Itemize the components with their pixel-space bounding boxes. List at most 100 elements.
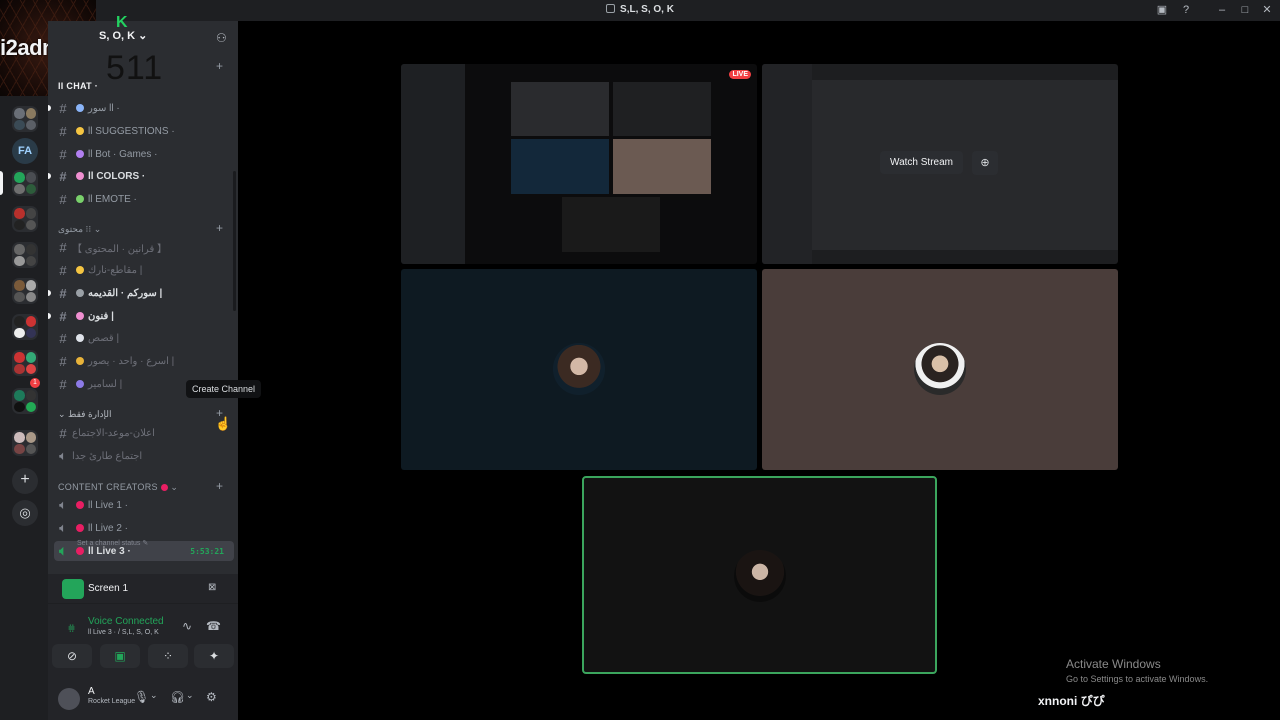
share-screen-button[interactable]: ▣ [100,644,140,668]
category-content-creators[interactable]: CONTENT CREATORS ⌄ [58,482,178,493]
server-fa[interactable]: FA [12,138,38,164]
category-chat[interactable]: ll CHAT · [58,81,98,91]
signal-icon[interactable]: ⩷ [68,620,75,635]
server-folder-3[interactable] [12,242,38,268]
disconnect-icon[interactable]: ☎ [206,619,221,633]
category-admin[interactable]: ⌄ الإدارة فقط [58,409,112,420]
watch-together-icon[interactable]: ⊕ [972,151,998,175]
discord-window: S,L, S, O, K ▣ ? – □ ✕ FA 1 + ◎ i2adnar … [0,0,1280,720]
stream-preview-tile [613,82,711,136]
voice-status: Voice Connected [88,616,164,627]
help-icon[interactable]: ? [1179,3,1193,17]
user-activity: Rocket League [88,698,136,705]
channel-item[interactable]: # سور ll · [54,98,234,118]
activities-button[interactable]: ⁘ [148,644,188,668]
unread-indicator [48,290,51,296]
server-folder-1[interactable] [12,106,38,132]
palette-icon [76,172,84,180]
hash-icon: # [59,262,67,278]
hash-icon: # [59,308,67,324]
participant-avatar [553,343,605,395]
voice-location[interactable]: ll Live 3 · / S,L, S, O, K [88,629,159,636]
channel-item[interactable]: # اعلان-موعد-الاجتماع [54,423,234,443]
server-folder-sok[interactable] [12,170,38,196]
create-channel-icon[interactable]: + [216,59,223,73]
participant-tile[interactable] [762,269,1118,470]
participant-tile-speaking[interactable] [582,476,937,674]
stream-tile-watch[interactable]: Watch Stream ⊕ [762,64,1118,264]
speaker-icon: 🔈︎ [59,448,67,463]
channel-item[interactable]: # ll SUGGESTIONS · [54,121,234,141]
headphones-icon[interactable]: 🎧︎ [170,690,185,704]
channel-item[interactable]: # فنون | [54,306,234,326]
channel-item[interactable]: # ll Bot · Games · [54,144,234,164]
inbox-icon[interactable]: ▣ [1155,3,1169,17]
participant-avatar [914,343,966,395]
server-name-header[interactable]: S, O, K ⌄ [99,29,147,42]
maximize-button[interactable]: □ [1238,3,1252,17]
voice-timer: 5:53:21 [190,546,224,556]
voice-channel-item[interactable]: 🔈︎ ll Live 1 · [54,495,234,515]
explore-icon[interactable]: ◎ [12,500,38,526]
channel-item[interactable]: # اسرع · واحد · يصور | [54,351,234,371]
channel-name: لسامير | [88,378,123,390]
speaker-icon: 🔈︎ [59,520,67,535]
stop-sharing-icon[interactable]: ⊠ [208,582,216,593]
red-circle-icon [76,524,84,532]
camera-off-button[interactable]: ⊘ [52,644,92,668]
channel-emoji-icon [76,289,84,297]
screen-share-icon [62,579,84,599]
server-folder-7[interactable] [12,388,38,414]
channel-item[interactable]: # ll COLORS · [54,166,234,186]
windows-activation-watermark: Activate Windows Go to Settings to activ… [1066,657,1208,684]
server-folder-2[interactable] [12,206,38,232]
category-label: CONTENT CREATORS [58,482,158,492]
stream-tile[interactable]: LIVE [401,64,757,264]
server-folder-4[interactable] [12,278,38,304]
blurred-preview-main [812,80,1118,250]
avatar[interactable] [58,688,80,710]
create-channel-icon[interactable]: + [216,479,223,493]
category-content[interactable]: محتوى ⁝⁝ ⌄ [58,224,101,235]
red-circle-icon [76,501,84,509]
voice-channel-item[interactable]: 🔈︎ ll Live 2 · [54,518,234,538]
channel-emoji-icon [76,380,84,388]
watch-stream-button[interactable]: Watch Stream [880,151,963,174]
create-channel-icon[interactable]: + [216,221,223,235]
channel-status-hint[interactable]: Set a channel status ✎ [77,539,148,547]
participant-avatar [734,550,786,602]
channel-item[interactable]: # 【 قرانين · المحتوى 】 [54,237,234,257]
channel-emoji-icon [76,266,84,274]
chevron-down-icon[interactable]: ⌄ [150,690,158,701]
invite-people-icon[interactable]: ⚇ [216,31,227,45]
channel-name: فنون | [88,310,114,322]
noise-suppression-icon[interactable]: ∿ [182,619,192,633]
channel-item[interactable]: # قصص | [54,328,234,348]
soundboard-button[interactable]: ✦ [194,644,234,668]
minimize-button[interactable]: – [1215,3,1229,17]
participant-tile[interactable] [401,269,757,470]
server-folder-5[interactable] [12,314,38,340]
close-button[interactable]: ✕ [1260,3,1274,17]
channel-name: 【 قرانين · المحتوى 】 [72,243,168,255]
sidebar-scrollbar[interactable] [233,171,236,311]
chevron-down-icon[interactable]: ⌄ [186,690,194,701]
channel-item[interactable]: # سوركم · القديمه | [54,283,234,303]
server-folder-8[interactable] [12,430,38,456]
server-folder-6[interactable] [12,350,38,376]
add-server-icon[interactable]: + [12,468,38,494]
unread-indicator [48,173,51,179]
channel-name: ll Live 2 · [88,522,129,534]
channel-name: ll Bot · Games · [88,148,158,160]
activate-subtitle: Go to Settings to activate Windows. [1066,674,1209,684]
channel-name: مقاطع-نارك | [88,264,143,276]
voice-channel-item[interactable]: 🔈︎ اجتماع طارئ جدا [54,446,234,466]
settings-gear-icon[interactable]: ⚙ [206,690,217,704]
unread-indicator [48,105,51,111]
channel-item[interactable]: # ll EMOTE · [54,189,234,209]
channel-item[interactable]: # مقاطع-نارك | [54,260,234,280]
status-hint-text: Set a channel status [77,540,141,547]
microphone-icon[interactable]: 🎙︎ [134,690,149,704]
runner-icon [76,357,84,365]
channel-watermark: xnnoni ぴぴ [1038,694,1105,708]
